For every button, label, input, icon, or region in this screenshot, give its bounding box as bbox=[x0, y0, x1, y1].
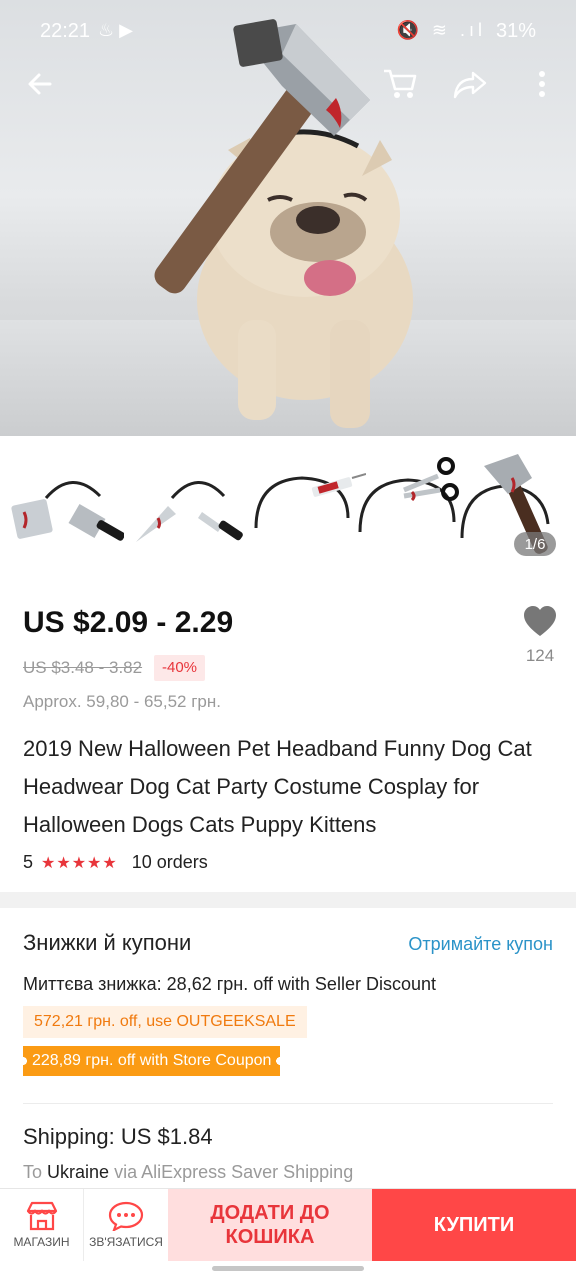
thumbnail-scissors[interactable] bbox=[352, 448, 470, 558]
section-separator bbox=[23, 1103, 553, 1104]
contact-label: ЗВ'ЯЗАТИСЯ bbox=[89, 1235, 163, 1249]
back-button[interactable] bbox=[16, 60, 64, 108]
image-counter: 1/6 bbox=[514, 532, 556, 556]
instant-discount-text: Миттєва знижка: 28,62 грн. off with Sell… bbox=[23, 974, 436, 994]
status-bar: 22:21 ♨ ▶ 🔇 ≋ .ıl 31% bbox=[0, 0, 576, 64]
buy-now-label: КУПИТИ bbox=[433, 1213, 515, 1236]
buy-now-button[interactable]: КУПИТИ bbox=[372, 1189, 576, 1261]
product-price: US $2.09 - 2.29 bbox=[23, 606, 234, 639]
shipping-to-label: To bbox=[23, 1162, 43, 1182]
share-button[interactable] bbox=[446, 60, 494, 108]
thumbnail-knife[interactable] bbox=[128, 448, 246, 558]
rating-stars-icon: ★★★★★ bbox=[41, 854, 118, 872]
store-icon bbox=[26, 1201, 57, 1231]
image-thumbnail-strip bbox=[0, 448, 576, 566]
rating-row[interactable]: 5 ★★★★★ 10 orders bbox=[23, 852, 208, 873]
status-notification-icons: ♨ ▶ bbox=[98, 20, 133, 40]
seller-coupon-tag[interactable]: 572,21 грн. off, use OUTGEEKSALE bbox=[23, 1006, 307, 1038]
cart-button[interactable] bbox=[376, 60, 424, 108]
product-title: 2019 New Halloween Pet Headband Funny Do… bbox=[23, 736, 532, 837]
orders-count: 10 orders bbox=[131, 852, 208, 872]
add-to-cart-button[interactable]: ДОДАТИ ДО КОШИКА bbox=[168, 1189, 372, 1261]
status-time: 22:21 bbox=[40, 20, 91, 42]
top-action-bar bbox=[0, 60, 576, 110]
approx-local-price: Approx. 59,80 - 65,52 грн. bbox=[23, 692, 221, 711]
get-coupon-link[interactable]: Отримайте купон bbox=[408, 934, 553, 955]
shipping-country: Ukraine bbox=[47, 1162, 110, 1182]
store-label: МАГАЗИН bbox=[13, 1235, 70, 1249]
arrow-left-icon bbox=[28, 73, 52, 95]
shipping-method: via AliExpress Saver Shipping bbox=[114, 1162, 354, 1182]
product-main-image[interactable]: 22:21 ♨ ▶ 🔇 ≋ .ıl 31% bbox=[0, 0, 576, 436]
coupons-section-title: Знижки й купони bbox=[23, 930, 192, 955]
status-system-icons: 🔇 ≋ .ıl bbox=[396, 20, 486, 40]
cart-icon bbox=[384, 69, 417, 98]
store-coupon-tag[interactable]: 228,89 грн. off with Store Coupon bbox=[23, 1046, 281, 1076]
add-to-cart-label: ДОДАТИ ДО КОШИКА bbox=[210, 1202, 330, 1248]
section-divider bbox=[0, 892, 576, 908]
thumbnail-cleaver[interactable] bbox=[6, 448, 124, 558]
share-icon bbox=[453, 71, 487, 99]
rating-value: 5 bbox=[23, 852, 34, 872]
discount-badge: -40% bbox=[154, 655, 206, 681]
wishlist-heart-icon[interactable] bbox=[522, 604, 558, 640]
battery-level: 31% bbox=[495, 20, 536, 42]
chat-icon bbox=[108, 1201, 144, 1231]
shipping-price[interactable]: Shipping: US $1.84 bbox=[23, 1124, 213, 1150]
thumbnail-syringe[interactable] bbox=[248, 448, 366, 558]
store-button[interactable]: МАГАЗИН bbox=[0, 1189, 84, 1261]
home-indicator[interactable] bbox=[212, 1266, 364, 1271]
more-icon bbox=[539, 71, 545, 97]
wishlist-count: 124 bbox=[525, 646, 555, 665]
bottom-action-bar: МАГАЗИН ЗВ'ЯЗАТИСЯ ДОДАТИ ДО КОШИКА КУПИ… bbox=[0, 1188, 576, 1261]
more-options-button[interactable] bbox=[518, 60, 566, 108]
original-price: US $3.48 - 3.82 bbox=[23, 658, 143, 677]
contact-seller-button[interactable]: ЗВ'ЯЗАТИСЯ bbox=[85, 1189, 167, 1261]
shipping-destination[interactable]: To Ukraine via AliExpress Saver Shipping bbox=[23, 1162, 353, 1183]
